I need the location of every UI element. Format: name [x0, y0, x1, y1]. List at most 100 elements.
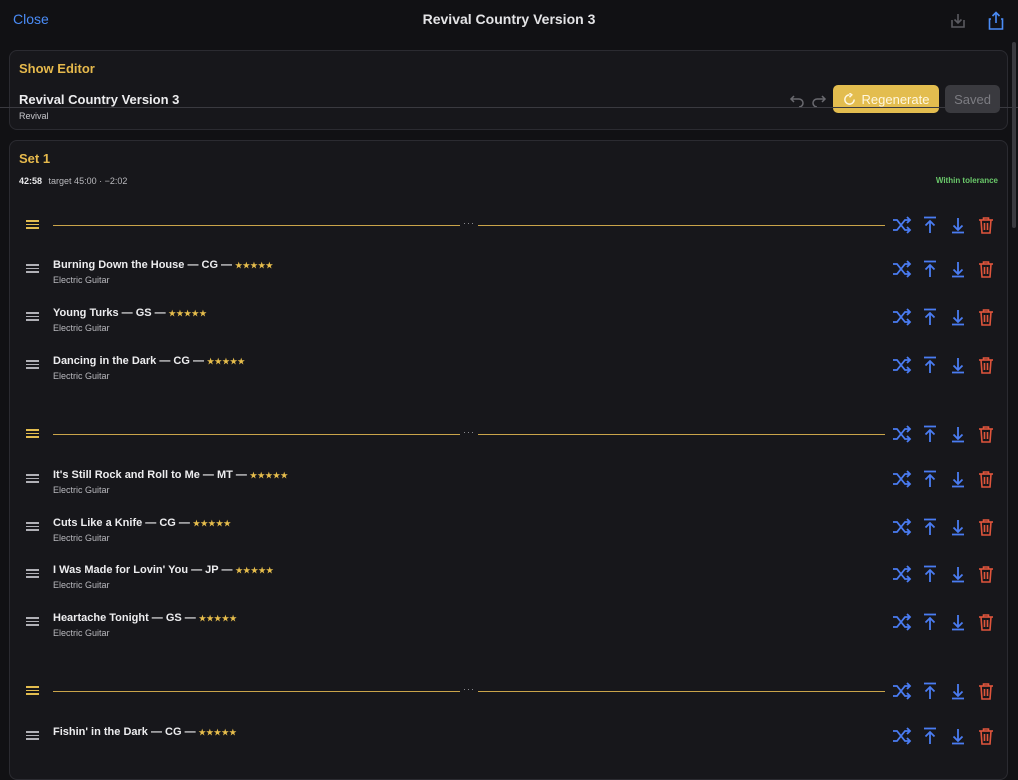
shuffle-icon[interactable] [892, 355, 912, 375]
song-row: Dancing in the Dark — CG — ★★★★★ Electric … [10, 345, 1009, 385]
separator-handle-dots[interactable]: ··· [460, 428, 478, 437]
move-to-top-icon[interactable] [920, 307, 940, 327]
set-duration: 42:58 [19, 176, 43, 186]
row-actions [892, 681, 996, 701]
move-down-icon[interactable] [948, 307, 968, 327]
refresh-icon [843, 92, 855, 105]
drag-handle-icon[interactable] [26, 360, 39, 370]
song-instrument: Electric Guitar [53, 580, 110, 590]
row-actions [892, 517, 996, 537]
window-title: Revival Country Version 3 [422, 11, 596, 27]
drag-handle-icon[interactable] [26, 569, 39, 579]
move-to-top-icon[interactable] [920, 564, 940, 584]
delete-icon[interactable] [976, 307, 996, 327]
star-rating: ★★★★★ [168, 309, 208, 318]
song-row: Cuts Like a Knife — CG — ★★★★★ Electric Gu… [10, 507, 1009, 547]
move-down-icon[interactable] [948, 215, 968, 235]
move-to-top-icon[interactable] [920, 424, 940, 444]
song-title: It's Still Rock and Roll to Me — MT — ★★★… [53, 469, 289, 481]
undo-icon[interactable] [789, 92, 805, 108]
separator-handle-dots[interactable]: ··· [460, 685, 478, 694]
move-down-icon[interactable] [948, 259, 968, 279]
move-to-top-icon[interactable] [920, 517, 940, 537]
delete-icon[interactable] [976, 469, 996, 489]
delete-icon[interactable] [976, 355, 996, 375]
separator-handle-dots[interactable]: ··· [460, 219, 478, 228]
star-rating: ★★★★★ [235, 261, 274, 270]
show-editor-heading: Show Editor [19, 61, 95, 76]
row-actions [892, 564, 996, 584]
move-down-icon[interactable] [948, 681, 968, 701]
drag-handle-icon[interactable] [26, 429, 39, 439]
song-row: Young Turks — GS — ★★★★★ Electric Guitar [10, 297, 1009, 337]
move-to-top-icon[interactable] [920, 726, 940, 746]
move-down-icon[interactable] [948, 564, 968, 584]
move-down-icon[interactable] [948, 424, 968, 444]
song-title: I Was Made for Lovin' You — JP — ★★★★★ [53, 564, 274, 576]
delete-icon[interactable] [976, 726, 996, 746]
delete-icon[interactable] [976, 215, 996, 235]
saved-button[interactable]: Saved [945, 85, 1000, 113]
drag-handle-icon[interactable] [26, 264, 39, 274]
move-to-top-icon[interactable] [920, 355, 940, 375]
song-instrument: Electric Guitar [53, 533, 110, 543]
delete-icon[interactable] [976, 259, 996, 279]
separator-row: ··· [10, 414, 1009, 454]
scrollbar[interactable] [1012, 42, 1016, 228]
song-instrument: Electric Guitar [53, 323, 110, 333]
row-actions [892, 355, 996, 375]
shuffle-icon[interactable] [892, 564, 912, 584]
download-icon[interactable] [947, 10, 969, 32]
set-heading: Set 1 [19, 151, 51, 166]
drag-handle-icon[interactable] [26, 731, 39, 741]
song-title: Cuts Like a Knife — CG — ★★★★★ [53, 517, 232, 529]
star-rating: ★★★★★ [206, 357, 246, 366]
drag-handle-icon[interactable] [26, 474, 39, 484]
shuffle-icon[interactable] [892, 424, 912, 444]
move-down-icon[interactable] [948, 469, 968, 489]
song-row: I Was Made for Lovin' You — JP — ★★★★★ Ele… [10, 554, 1009, 594]
move-to-top-icon[interactable] [920, 612, 940, 632]
delete-icon[interactable] [976, 564, 996, 584]
move-to-top-icon[interactable] [920, 469, 940, 489]
drag-handle-icon[interactable] [26, 522, 39, 532]
move-to-top-icon[interactable] [920, 215, 940, 235]
overlay-divider [0, 107, 1018, 108]
move-down-icon[interactable] [948, 726, 968, 746]
song-title: Burning Down the House — CG — ★★★★★ [53, 259, 274, 271]
drag-handle-icon[interactable] [26, 686, 39, 696]
row-actions [892, 307, 996, 327]
row-actions [892, 726, 996, 746]
shuffle-icon[interactable] [892, 726, 912, 746]
move-down-icon[interactable] [948, 517, 968, 537]
move-down-icon[interactable] [948, 612, 968, 632]
drag-handle-icon[interactable] [26, 617, 39, 627]
shuffle-icon[interactable] [892, 469, 912, 489]
move-to-top-icon[interactable] [920, 259, 940, 279]
shuffle-icon[interactable] [892, 517, 912, 537]
top-bar: Close Revival Country Version 3 [0, 0, 1018, 42]
share-icon[interactable] [985, 10, 1007, 32]
song-instrument: Electric Guitar [53, 628, 110, 638]
row-actions [892, 215, 996, 235]
shuffle-icon[interactable] [892, 612, 912, 632]
delete-icon[interactable] [976, 612, 996, 632]
move-to-top-icon[interactable] [920, 681, 940, 701]
shuffle-icon[interactable] [892, 259, 912, 279]
redo-icon[interactable] [811, 92, 827, 108]
move-down-icon[interactable] [948, 355, 968, 375]
drag-handle-icon[interactable] [26, 220, 39, 230]
show-editor-card: Show Editor Revival Country Version 3 Re… [9, 50, 1008, 130]
separator-row: ··· [10, 205, 1009, 245]
song-row: It's Still Rock and Roll to Me — MT — ★★★… [10, 459, 1009, 499]
regenerate-button[interactable]: Regenerate [833, 85, 939, 113]
shuffle-icon[interactable] [892, 681, 912, 701]
delete-icon[interactable] [976, 517, 996, 537]
star-rating: ★★★★★ [192, 519, 232, 528]
row-actions [892, 469, 996, 489]
drag-handle-icon[interactable] [26, 312, 39, 322]
delete-icon[interactable] [976, 681, 996, 701]
delete-icon[interactable] [976, 424, 996, 444]
shuffle-icon[interactable] [892, 307, 912, 327]
shuffle-icon[interactable] [892, 215, 912, 235]
